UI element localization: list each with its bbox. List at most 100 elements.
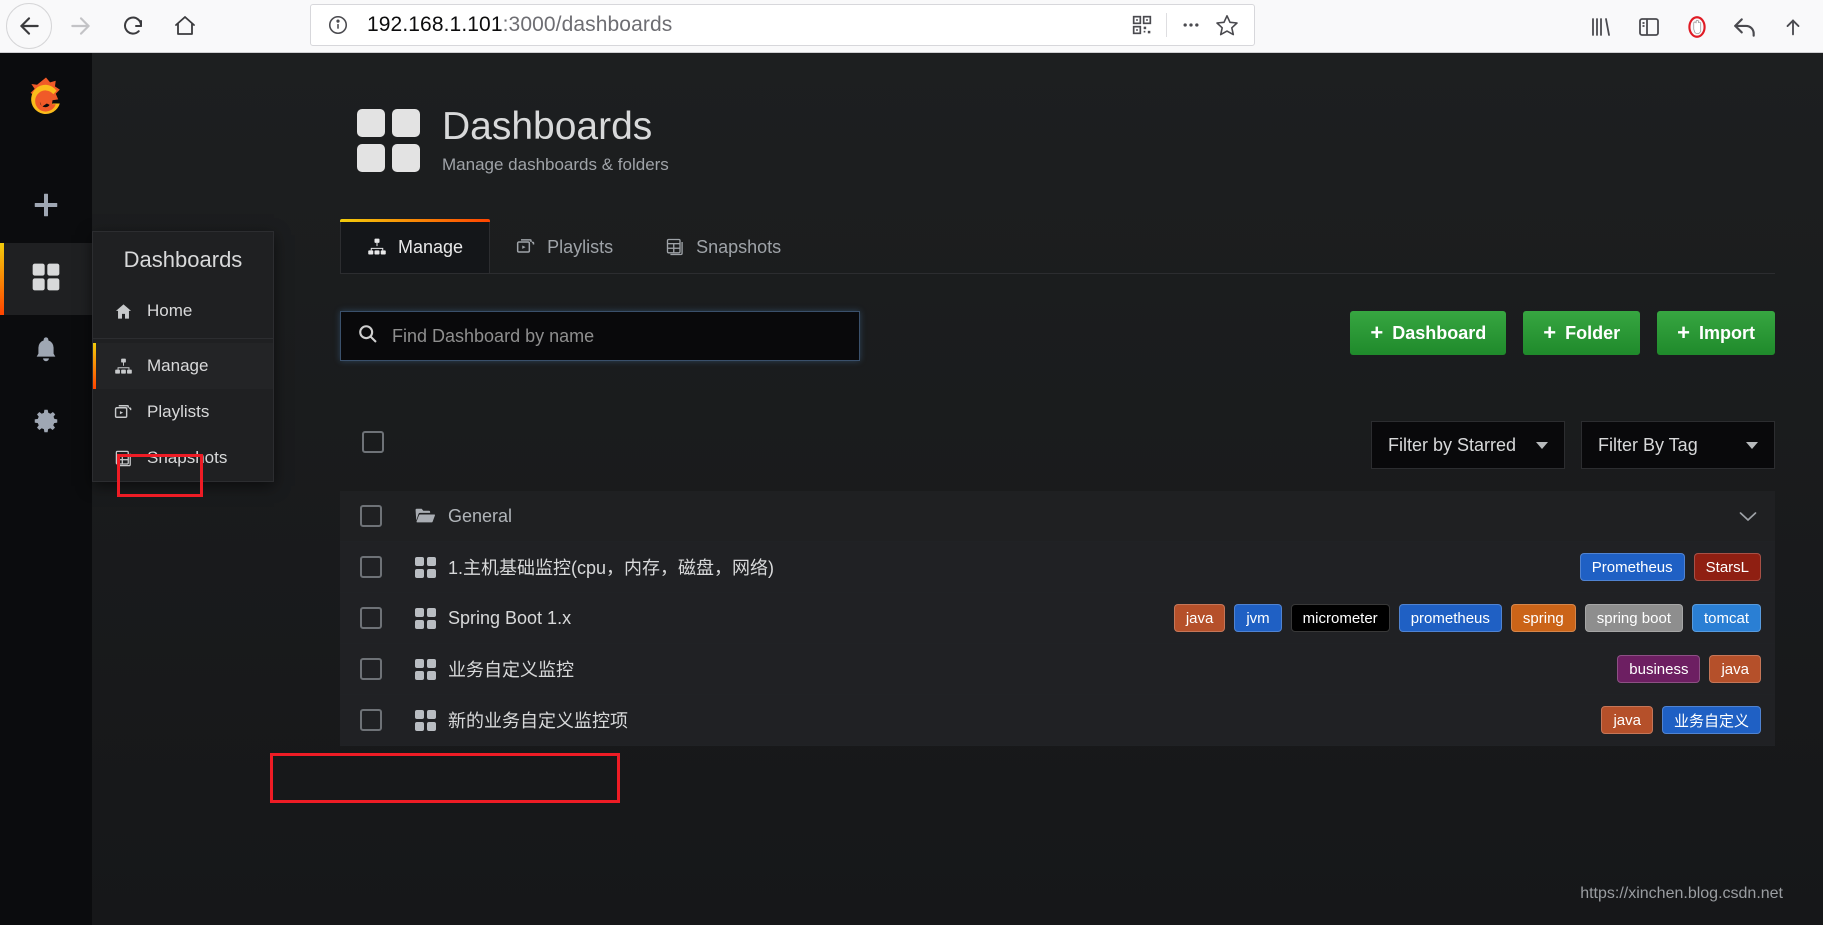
filter-by-tag-select[interactable]: Filter By Tag	[1581, 421, 1775, 469]
dropdown-item-manage[interactable]: Manage	[93, 343, 273, 389]
tag-list: java 业务自定义	[1601, 706, 1775, 734]
undo-icon[interactable]	[1725, 7, 1765, 47]
snapshot-icon	[113, 449, 133, 468]
tag[interactable]: prometheus	[1398, 604, 1502, 632]
button-label: Dashboard	[1392, 322, 1487, 343]
tag[interactable]: java	[1173, 604, 1226, 632]
table-row[interactable]: 1.主机基础监控(cpu，内存，磁盘，网络) Prometheus StarsL	[340, 542, 1775, 593]
url-host: 192.168.1.101	[367, 13, 503, 36]
tag[interactable]: java	[1709, 655, 1761, 683]
page-info-icon[interactable]	[321, 8, 355, 42]
filter-label: Filter by Starred	[1388, 434, 1517, 455]
sitemap-icon	[367, 237, 387, 257]
folder-open-icon	[402, 507, 448, 525]
plus-icon: +	[1677, 320, 1690, 345]
tag-list: java jvm micrometer prometheus spring sp…	[1173, 604, 1775, 632]
url-text: 192.168.1.101:3000/dashboards	[367, 13, 672, 37]
tag[interactable]: 业务自定义	[1661, 706, 1761, 734]
sitemap-icon	[113, 357, 133, 376]
overflow-icon[interactable]	[1773, 7, 1813, 47]
select-all-checkbox[interactable]	[362, 431, 384, 453]
table-row[interactable]: 业务自定义监控 business java	[340, 644, 1775, 695]
browser-nav-buttons	[0, 3, 208, 49]
tab-label: Playlists	[547, 236, 614, 257]
reload-icon[interactable]	[110, 3, 156, 49]
new-folder-button[interactable]: + Folder	[1523, 311, 1641, 355]
star-bookmark-icon[interactable]	[1210, 8, 1244, 42]
grafana-logo[interactable]	[20, 75, 72, 127]
playlist-icon	[113, 403, 133, 422]
plus-icon	[31, 190, 61, 225]
dashboard-grid-icon	[402, 658, 448, 680]
sidemenu-item-configuration[interactable]	[0, 387, 92, 459]
home-icon[interactable]	[162, 3, 208, 49]
browser-toolbar: 192.168.1.101:3000/dashboards	[0, 0, 1823, 53]
bell-icon	[32, 335, 60, 368]
dropdown-item-label: Playlists	[147, 402, 210, 421]
sidemenu-item-create[interactable]	[0, 171, 92, 243]
tag[interactable]: tomcat	[1691, 604, 1761, 632]
main-content: Dashboards Manage dashboards & folders M…	[92, 53, 1823, 925]
tab-manage[interactable]: Manage	[340, 219, 491, 273]
tag[interactable]: jvm	[1234, 604, 1282, 632]
table-row[interactable]: 新的业务自定义监控项 java 业务自定义	[340, 695, 1775, 746]
button-label: Folder	[1565, 322, 1621, 343]
back-arrow-icon[interactable]	[6, 3, 52, 49]
folder-name: General	[448, 505, 513, 526]
row-checkbox[interactable]	[340, 709, 402, 731]
tag-list: business java	[1617, 655, 1775, 683]
tab-label: Manage	[398, 236, 464, 257]
home-icon	[113, 302, 133, 321]
more-actions-icon[interactable]	[1174, 8, 1208, 42]
dropdown-item-playlists[interactable]: Playlists	[93, 389, 273, 435]
button-label: Import	[1699, 322, 1755, 343]
tag[interactable]: spring	[1510, 604, 1576, 632]
search-box[interactable]	[340, 311, 860, 361]
sidemenu-item-alerting[interactable]	[0, 315, 92, 387]
table-row[interactable]: Spring Boot 1.x java jvm micrometer prom…	[340, 593, 1775, 644]
search-input[interactable]	[392, 325, 843, 347]
url-bar[interactable]: 192.168.1.101:3000/dashboards	[310, 4, 1255, 46]
import-dashboard-button[interactable]: + Import	[1657, 311, 1775, 355]
tag[interactable]: micrometer	[1290, 604, 1390, 632]
tag[interactable]: business	[1617, 655, 1701, 683]
row-checkbox[interactable]	[340, 658, 402, 680]
dropdown-item-home[interactable]: Home	[93, 288, 273, 334]
tag[interactable]: StarsL	[1693, 553, 1761, 581]
forward-arrow-icon[interactable]	[58, 3, 104, 49]
tag[interactable]: java	[1601, 706, 1653, 734]
new-dashboard-button[interactable]: + Dashboard	[1350, 311, 1507, 355]
sidemenu-item-dashboards[interactable]	[0, 243, 92, 315]
dashboards-grid-icon	[357, 108, 420, 172]
dashboard-name: 1.主机基础监控(cpu，内存，磁盘，网络)	[448, 558, 775, 578]
filter-by-starred-select[interactable]: Filter by Starred	[1371, 421, 1565, 469]
tag[interactable]: Prometheus	[1579, 553, 1685, 581]
library-icon[interactable]	[1581, 7, 1621, 47]
dashboard-grid-icon	[402, 607, 448, 629]
chevron-down-icon	[1536, 441, 1548, 449]
page-header: Dashboards Manage dashboards & folders	[357, 105, 669, 175]
search-and-actions-row: + Dashboard + Folder + Import	[340, 311, 1775, 369]
tab-snapshots[interactable]: Snapshots	[639, 221, 807, 273]
chevron-down-icon[interactable]	[1739, 511, 1775, 522]
dashboard-grid-icon	[402, 556, 448, 578]
qr-code-icon[interactable]	[1125, 8, 1159, 42]
dashboard-list: General 1.主机基础监控(cpu，内存，磁盘，网络) Prometheu…	[340, 491, 1775, 746]
chevron-down-icon	[1746, 441, 1758, 449]
folder-row-general[interactable]: General	[340, 491, 1775, 542]
row-checkbox[interactable]	[340, 505, 402, 527]
url-path: :3000/dashboards	[502, 13, 673, 36]
dropdown-item-label: Home	[147, 301, 193, 320]
tracking-protection-icon[interactable]	[1677, 7, 1717, 47]
filter-selects: Filter by Starred Filter By Tag	[1371, 421, 1775, 469]
checkbox-box	[360, 607, 382, 629]
dropdown-item-snapshots[interactable]: Snapshots	[93, 435, 273, 481]
sidebar-toggle-icon[interactable]	[1629, 7, 1669, 47]
urlbar-actions	[1125, 8, 1244, 42]
row-checkbox[interactable]	[340, 607, 402, 629]
dashboards-dropdown-menu: Dashboards Home Manage Playlists Snapsho…	[92, 231, 274, 482]
tag[interactable]: spring boot	[1584, 604, 1683, 632]
checkbox-box	[362, 431, 384, 453]
row-checkbox[interactable]	[340, 556, 402, 578]
tab-playlists[interactable]: Playlists	[490, 221, 639, 273]
